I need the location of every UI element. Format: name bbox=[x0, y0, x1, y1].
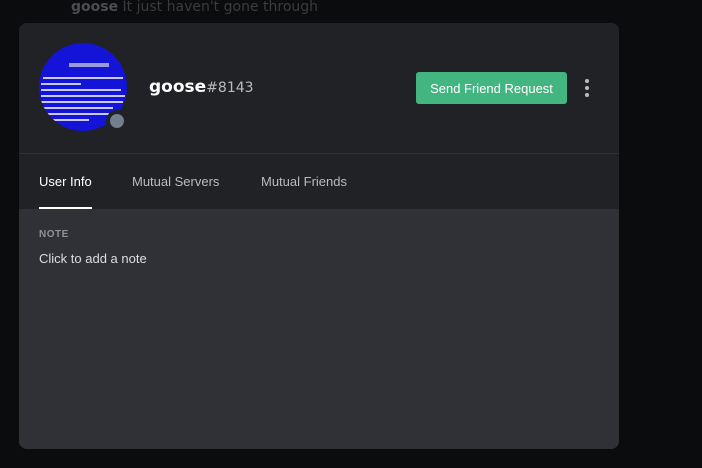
tab-mutual-servers[interactable]: Mutual Servers bbox=[132, 174, 219, 189]
send-friend-request-button[interactable]: Send Friend Request bbox=[416, 72, 567, 104]
background-chat-text: It just haven't gone through bbox=[122, 0, 319, 15]
profile-header: goose#8143 Send Friend Request bbox=[19, 23, 619, 153]
more-vertical-icon[interactable] bbox=[579, 78, 595, 98]
avatar[interactable] bbox=[39, 43, 128, 132]
offline-status-icon bbox=[110, 114, 124, 128]
user-profile-modal: goose#8143 Send Friend Request User Info… bbox=[19, 23, 619, 449]
background-chat-message: goose It just haven't gone through bbox=[71, 0, 318, 15]
discriminator: #8143 bbox=[206, 80, 254, 96]
tab-user-info[interactable]: User Info bbox=[39, 174, 92, 189]
tab-mutual-friends[interactable]: Mutual Friends bbox=[261, 174, 347, 189]
note-input[interactable]: Click to add a note bbox=[39, 251, 147, 266]
profile-name: goose#8143 bbox=[149, 77, 254, 97]
profile-tabs: User Info Mutual Servers Mutual Friends bbox=[19, 153, 619, 210]
status-indicator bbox=[106, 110, 128, 132]
background-chat-author: goose bbox=[71, 0, 119, 15]
note-label: NOTE bbox=[39, 229, 69, 240]
username: goose bbox=[149, 77, 207, 97]
user-info-panel: NOTE Click to add a note bbox=[19, 209, 619, 449]
